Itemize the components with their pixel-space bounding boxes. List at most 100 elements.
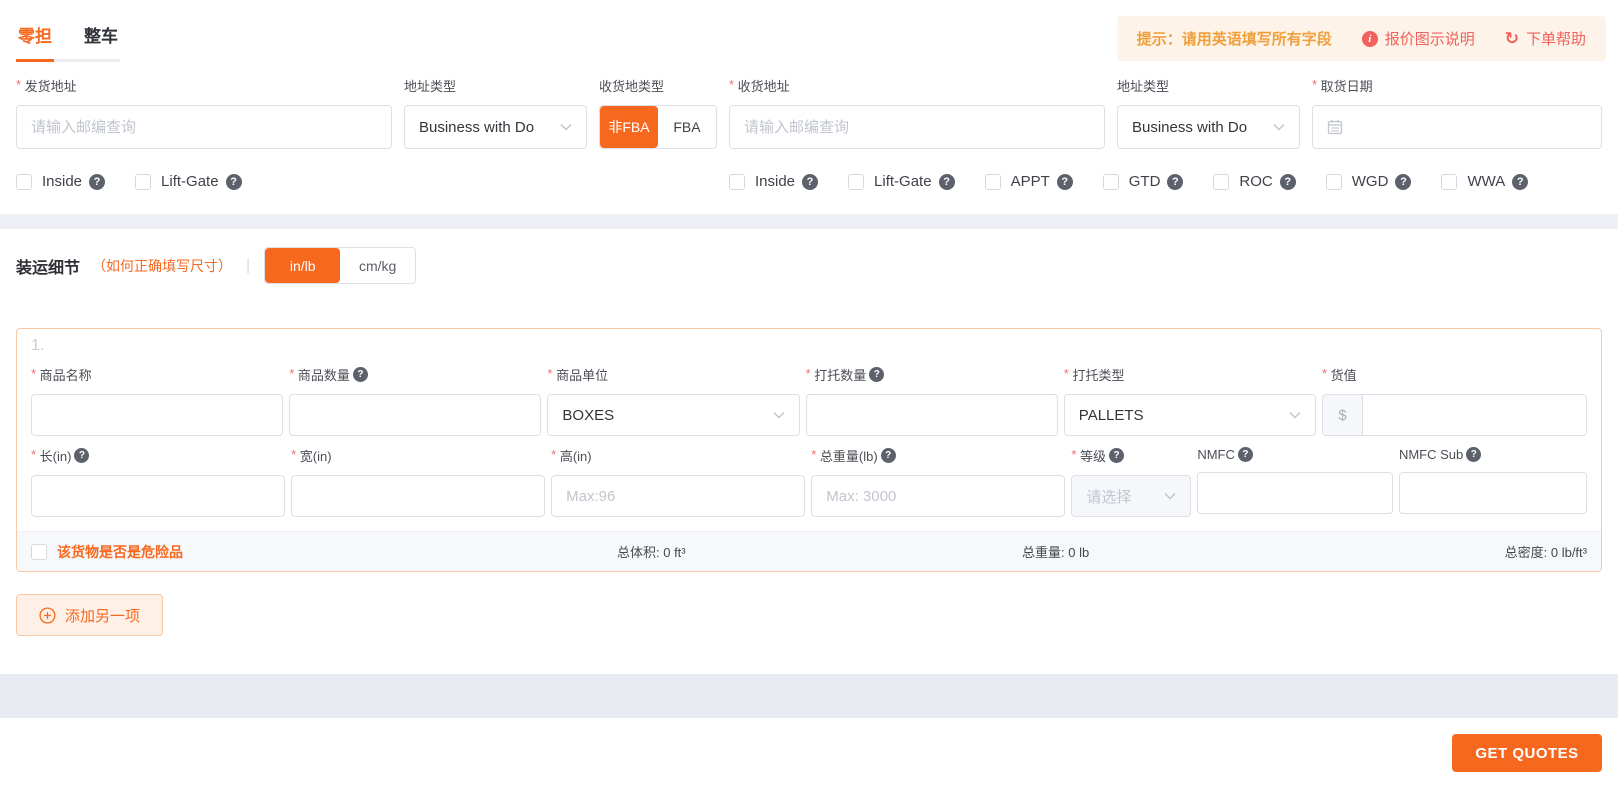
help-icon[interactable]: ? bbox=[1167, 173, 1184, 190]
help-icon[interactable]: ? bbox=[74, 448, 90, 463]
nmfc-sub-input[interactable] bbox=[1398, 472, 1587, 515]
item-quantity-label: 商品数量? bbox=[289, 365, 541, 384]
delivery-options: Inside ? Lift-Gate ? APPT ? GTD ? ROC ? … bbox=[729, 173, 1602, 190]
checkbox-label: WGD bbox=[1351, 173, 1389, 190]
info-icon: i bbox=[1361, 30, 1378, 47]
hint-bar: 提示：请用英语填写所有字段 i 报价图示说明 ↻ 下单帮助 bbox=[1116, 16, 1606, 61]
checkbox[interactable] bbox=[1102, 173, 1119, 190]
help-icon[interactable]: ? bbox=[869, 367, 885, 382]
pallet-count-label: 打托数量? bbox=[806, 365, 1058, 384]
item-unit-field: 商品单位 BOXES bbox=[547, 365, 800, 436]
get-quotes-button[interactable]: GET QUOTES bbox=[1452, 734, 1602, 772]
fba-toggle: 非FBA FBA bbox=[599, 105, 717, 149]
nmfc-input[interactable] bbox=[1197, 472, 1393, 515]
pickup-address-type-field: 地址类型 Business with Do bbox=[404, 76, 587, 149]
checkbox[interactable] bbox=[848, 173, 865, 190]
pallet-type-select[interactable]: PALLETS bbox=[1063, 394, 1316, 436]
footer-divider-band bbox=[0, 674, 1618, 718]
pickup-option-inside[interactable]: Inside ? bbox=[16, 173, 106, 190]
help-icon[interactable]: ? bbox=[1395, 173, 1412, 190]
weight-input[interactable] bbox=[811, 475, 1066, 517]
help-icon[interactable]: ? bbox=[938, 173, 955, 190]
nmfc-label: NMFC? bbox=[1197, 446, 1393, 463]
item-unit-value: BOXES bbox=[562, 406, 615, 424]
help-icon[interactable]: ? bbox=[89, 173, 106, 190]
item-unit-label: 商品单位 bbox=[547, 365, 799, 384]
unit-cm-kg-button[interactable]: cm/kg bbox=[340, 248, 416, 283]
chevron-down-icon bbox=[1164, 493, 1176, 500]
item-quantity-field: 商品数量? bbox=[289, 365, 542, 436]
help-icon[interactable]: ? bbox=[1466, 447, 1482, 463]
freight-class-label: 等级? bbox=[1071, 446, 1191, 465]
cargo-value-input[interactable] bbox=[1362, 395, 1586, 435]
route-panel: 零担 整车 提示：请用英语填写所有字段 i 报价图示说明 ↻ 下单帮助 发货地址… bbox=[0, 0, 1618, 214]
non-fba-button[interactable]: 非FBA bbox=[600, 106, 658, 148]
height-field: 高(in) bbox=[551, 446, 806, 517]
pickup-date-field: 取货日期 bbox=[1312, 76, 1602, 149]
nmfc-sub-label: NMFC Sub? bbox=[1399, 446, 1587, 463]
item-quantity-input[interactable] bbox=[289, 394, 542, 436]
help-icon[interactable]: ? bbox=[1056, 173, 1073, 190]
delivery-option-lift-gate[interactable]: Lift-Gate ? bbox=[848, 173, 955, 190]
help-icon[interactable]: ? bbox=[225, 173, 242, 190]
help-icon[interactable]: ? bbox=[1279, 173, 1296, 190]
checkbox[interactable] bbox=[984, 173, 1001, 190]
delivery-address-type-field: 地址类型 Business with Do bbox=[1117, 76, 1300, 149]
quote-guide-label: 报价图示说明 bbox=[1384, 31, 1475, 48]
quote-guide-link[interactable]: i 报价图示说明 bbox=[1361, 28, 1475, 49]
help-icon[interactable]: ? bbox=[1109, 448, 1125, 463]
tab-ftl[interactable]: 整车 bbox=[82, 14, 120, 62]
checkbox[interactable] bbox=[1213, 173, 1230, 190]
delivery-option-roc[interactable]: ROC ? bbox=[1213, 173, 1296, 190]
help-icon[interactable]: ? bbox=[802, 173, 819, 190]
delivery-address-input[interactable] bbox=[729, 105, 1105, 149]
pickup-address-type-select[interactable]: Business with Do bbox=[404, 105, 587, 149]
pallet-type-label: 打托类型 bbox=[1064, 365, 1316, 384]
item-name-input[interactable] bbox=[31, 394, 284, 436]
item-name-label: 商品名称 bbox=[31, 365, 283, 384]
checkbox[interactable] bbox=[16, 173, 32, 190]
pallet-count-input[interactable] bbox=[805, 394, 1058, 436]
pickup-option-lift-gate[interactable]: Lift-Gate ? bbox=[135, 173, 242, 190]
checkbox-label: WWA bbox=[1467, 173, 1506, 190]
delivery-option-gtd[interactable]: GTD ? bbox=[1102, 173, 1184, 190]
pickup-address-field: 发货地址 bbox=[16, 76, 392, 149]
pickup-address-input[interactable] bbox=[16, 105, 392, 149]
order-help-link[interactable]: ↻ 下单帮助 bbox=[1505, 28, 1586, 49]
order-help-label: 下单帮助 bbox=[1525, 31, 1586, 48]
tab-ltl[interactable]: 零担 bbox=[16, 14, 54, 62]
item-unit-select[interactable]: BOXES bbox=[547, 394, 800, 436]
shipment-header: 装运细节 （如何正确填写尺寸） | in/lb cm/kg bbox=[16, 247, 1602, 284]
length-input[interactable] bbox=[31, 475, 286, 517]
hint-text: 提示：请用英语填写所有字段 bbox=[1136, 31, 1332, 48]
delivery-option-inside[interactable]: Inside ? bbox=[729, 173, 819, 190]
dimension-help-link[interactable]: （如何正确填写尺寸） bbox=[92, 256, 232, 276]
hazmat-checkbox[interactable] bbox=[31, 543, 47, 560]
freight-class-placeholder: 请选择 bbox=[1086, 488, 1132, 506]
checkbox[interactable] bbox=[1325, 173, 1342, 190]
chevron-down-icon bbox=[1289, 412, 1301, 419]
add-item-button[interactable]: 添加另一项 bbox=[16, 594, 164, 636]
delivery-option-appt[interactable]: APPT ? bbox=[984, 173, 1073, 190]
help-icon[interactable]: ? bbox=[1512, 173, 1529, 190]
help-icon[interactable]: ? bbox=[1237, 447, 1253, 463]
width-input[interactable] bbox=[291, 475, 546, 517]
unit-in-lb-button[interactable]: in/lb bbox=[265, 248, 341, 283]
fba-button[interactable]: FBA bbox=[658, 106, 716, 148]
height-input[interactable] bbox=[551, 475, 806, 517]
delivery-address-type-select[interactable]: Business with Do bbox=[1117, 105, 1300, 149]
checkbox-label: Inside bbox=[42, 173, 83, 190]
checkbox[interactable] bbox=[729, 173, 745, 190]
checkbox-label: ROC bbox=[1239, 173, 1273, 190]
checkbox[interactable] bbox=[135, 173, 152, 190]
delivery-option-wwa[interactable]: WWA ? bbox=[1441, 173, 1529, 190]
help-icon[interactable]: ? bbox=[352, 367, 368, 382]
freight-class-field: 等级? 请选择 bbox=[1071, 446, 1192, 517]
checkbox[interactable] bbox=[1441, 173, 1458, 190]
help-icon[interactable]: ? bbox=[880, 448, 896, 463]
length-label: 长(in)? bbox=[31, 446, 285, 465]
freight-class-select[interactable]: 请选择 bbox=[1071, 475, 1192, 517]
delivery-option-wgd[interactable]: WGD ? bbox=[1325, 173, 1412, 190]
pickup-date-picker[interactable] bbox=[1312, 105, 1602, 149]
chevron-down-icon bbox=[1273, 124, 1285, 131]
